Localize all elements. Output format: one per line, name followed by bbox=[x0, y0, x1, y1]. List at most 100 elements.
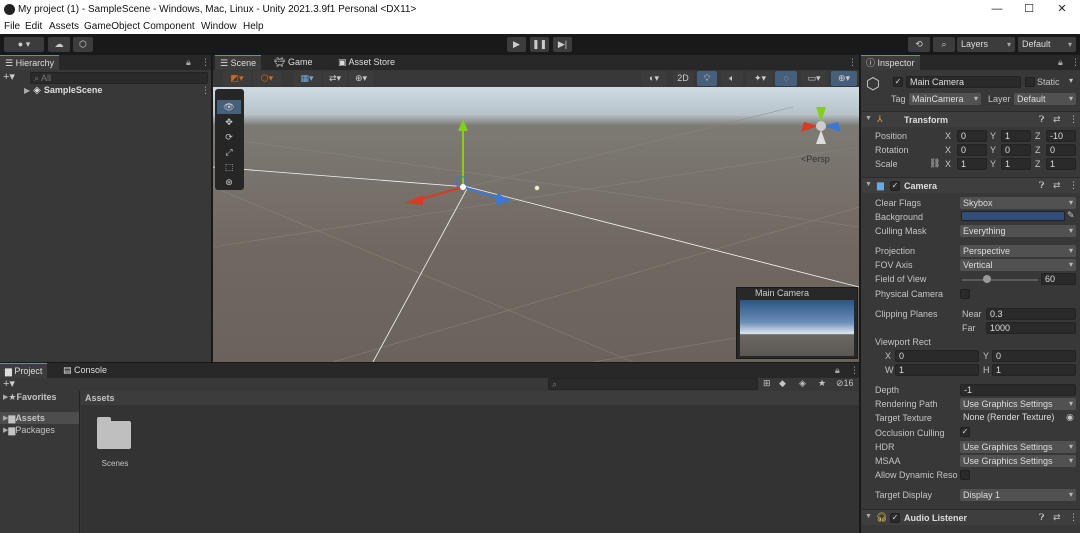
audio-listener-header[interactable]: ▼ 🎧︎ ✓ Audio Listener ❓︎ ⇄ ⋮ bbox=[862, 509, 1080, 525]
more-icon[interactable]: ⋮ bbox=[1071, 57, 1080, 68]
background-color-swatch[interactable] bbox=[961, 211, 1065, 221]
viewport-y-field[interactable]: 0 bbox=[992, 350, 1076, 362]
transform-y-field[interactable]: 1 bbox=[1001, 158, 1031, 170]
culling-mask-dropdown[interactable]: Everything bbox=[960, 225, 1076, 237]
orientation-gizmo[interactable] bbox=[796, 102, 846, 152]
tag-dropdown[interactable]: MainCamera bbox=[909, 93, 981, 105]
object-name-field[interactable]: Main Camera bbox=[906, 76, 1021, 88]
history-icon[interactable]: ⟲ bbox=[908, 37, 930, 52]
help-icon[interactable]: ❓︎ bbox=[1039, 180, 1044, 191]
camera-header[interactable]: ▼ ▆ ✓ Camera ❓︎ ⇄ ⋮ bbox=[862, 177, 1080, 193]
far-field[interactable]: 1000 bbox=[986, 322, 1076, 334]
layers-dropdown[interactable]: Layers bbox=[957, 37, 1015, 52]
cloud-icon[interactable]: ☁ bbox=[48, 37, 70, 52]
eyedropper-icon[interactable]: ✎ bbox=[1067, 210, 1075, 221]
layout-dropdown[interactable]: Default bbox=[1018, 37, 1076, 52]
transform-x-field[interactable]: 0 bbox=[957, 130, 987, 142]
light-icon[interactable] bbox=[534, 185, 540, 191]
menu-gameobject[interactable]: GameObject bbox=[84, 21, 140, 32]
tab-project[interactable]: ▆ Project bbox=[0, 363, 48, 378]
occlusion-culling-checkbox[interactable]: ✓ bbox=[960, 427, 970, 437]
transform-tool-icon[interactable]: ⊛ bbox=[217, 175, 241, 189]
active-checkbox[interactable]: ✓ bbox=[893, 77, 903, 87]
projection-dropdown[interactable]: Perspective bbox=[960, 245, 1076, 257]
camera-settings-icon[interactable]: ▭▾ bbox=[801, 71, 827, 86]
menu-edit[interactable]: Edit bbox=[25, 21, 42, 32]
scale-tool-icon[interactable]: ⤢ bbox=[217, 145, 241, 159]
maximize-button[interactable]: ☐ bbox=[1022, 2, 1036, 16]
scene-more-icon[interactable]: ⋮ bbox=[201, 85, 210, 96]
gizmos-icon[interactable]: ⊕▾ bbox=[831, 71, 857, 86]
breadcrumb[interactable]: Assets bbox=[81, 391, 859, 405]
rect-tool-icon[interactable]: ⬚ bbox=[217, 160, 241, 174]
hidden-packages-icon[interactable]: ⊘16 bbox=[836, 378, 854, 389]
menu-window[interactable]: Window bbox=[201, 21, 237, 32]
hidden-objects-icon[interactable]: ◌ bbox=[775, 71, 797, 86]
view-tool-icon[interactable]: 👁︎ bbox=[217, 100, 241, 114]
msaa-dropdown[interactable]: Use Graphics Settings bbox=[960, 455, 1076, 467]
minimize-button[interactable]: — bbox=[990, 2, 1004, 16]
lock-icon[interactable]: 🔒︎ bbox=[186, 57, 191, 68]
physical-camera-checkbox[interactable] bbox=[960, 289, 970, 299]
menu-help[interactable]: Help bbox=[243, 21, 264, 32]
global-icon[interactable]: ⊕▾ bbox=[349, 71, 373, 86]
help-icon[interactable]: ❓︎ bbox=[1039, 512, 1044, 523]
lock-icon[interactable]: 🔒︎ bbox=[1058, 57, 1063, 68]
tree-item-assets[interactable]: ▶ ▆ Assets bbox=[0, 412, 79, 424]
scene-more-icon[interactable]: ⋮ bbox=[848, 57, 857, 68]
menu-assets[interactable]: Assets bbox=[49, 21, 79, 32]
shading-icon[interactable]: ⬡▾ bbox=[253, 71, 281, 86]
depth-field[interactable]: -1 bbox=[960, 384, 1076, 396]
rendering-path-dropdown[interactable]: Use Graphics Settings bbox=[960, 398, 1076, 410]
more-icon[interactable]: ⋮ bbox=[850, 365, 859, 376]
account-button[interactable]: ● ▾ bbox=[4, 37, 44, 52]
grid-snap-icon[interactable]: ▦▾ bbox=[293, 71, 321, 86]
transform-x-field[interactable]: 1 bbox=[957, 158, 987, 170]
tree-item-packages[interactable]: ▶ ▆ Packages bbox=[3, 424, 55, 436]
menu-file[interactable]: File bbox=[4, 21, 20, 32]
hierarchy-item-scene[interactable]: ▶ ◈ SampleScene bbox=[24, 84, 102, 96]
type-filter-icon[interactable]: ◆ bbox=[779, 378, 786, 389]
lock-icon[interactable]: 🔒︎ bbox=[835, 365, 840, 376]
target-texture-field[interactable]: None (Render Texture) bbox=[960, 412, 1064, 424]
fov-slider-track[interactable] bbox=[962, 279, 1038, 281]
menu-component[interactable]: Component bbox=[143, 21, 195, 32]
play-button[interactable]: ▶ bbox=[507, 37, 526, 52]
transform-z-field[interactable]: 1 bbox=[1046, 158, 1076, 170]
tab-console[interactable]: ▤ Console bbox=[58, 363, 112, 378]
viewport-w-field[interactable]: 1 bbox=[895, 364, 979, 376]
fov-field[interactable]: 60 bbox=[1041, 273, 1076, 285]
transform-x-field[interactable]: 0 bbox=[957, 144, 987, 156]
static-checkbox[interactable] bbox=[1025, 77, 1035, 87]
hdr-dropdown[interactable]: Use Graphics Settings bbox=[960, 441, 1076, 453]
tab-asset-store[interactable]: ▣ Asset Store bbox=[333, 55, 400, 70]
expand-arrow-icon[interactable]: ▼ bbox=[865, 181, 872, 188]
transform-z-field[interactable]: 0 bbox=[1046, 144, 1076, 156]
layer-dropdown[interactable]: Default bbox=[1014, 93, 1076, 105]
component-more-icon[interactable]: ⋮ bbox=[1069, 180, 1078, 191]
static-dropdown-icon[interactable]: ▾ bbox=[1069, 76, 1073, 85]
tab-game[interactable]: 👾︎ Game bbox=[269, 55, 317, 70]
create-button[interactable]: +▾ bbox=[3, 377, 15, 390]
persp-label[interactable]: <Persp bbox=[801, 154, 830, 164]
component-more-icon[interactable]: ⋮ bbox=[1069, 512, 1078, 523]
component-more-icon[interactable]: ⋮ bbox=[1069, 114, 1078, 125]
asset-item-label[interactable]: Scenes bbox=[95, 459, 135, 468]
help-icon[interactable]: ❓︎ bbox=[1039, 114, 1044, 125]
audio-icon[interactable]: 🔈︎ bbox=[721, 71, 743, 86]
expand-arrow-icon[interactable]: ▼ bbox=[865, 115, 872, 122]
expand-arrow-icon[interactable]: ▶ bbox=[24, 86, 30, 95]
label-filter-icon[interactable]: ◈ bbox=[799, 378, 806, 389]
star-icon[interactable]: ★ bbox=[818, 378, 826, 389]
favorites-item[interactable]: ▶ ★ Favorites bbox=[3, 391, 57, 403]
clear-flags-dropdown[interactable]: Skybox bbox=[960, 197, 1076, 209]
scene-viewport[interactable]: 👁︎ ✥ ⟳ ⤢ ⬚ ⊛ <Persp Main Camera bbox=[213, 87, 859, 362]
expand-arrow-icon[interactable]: ▼ bbox=[865, 513, 872, 520]
lighting-icon[interactable]: 💡︎ bbox=[697, 71, 717, 86]
pause-button[interactable]: ❚❚ bbox=[530, 37, 549, 52]
transform-header[interactable]: ▼ ⅄ Transform ❓︎ ⇄ ⋮ bbox=[862, 111, 1080, 127]
search-icon[interactable]: ⌕ bbox=[933, 37, 955, 52]
close-button[interactable]: ✕ bbox=[1055, 2, 1069, 16]
hierarchy-search-input[interactable]: ⌕ All bbox=[30, 72, 208, 84]
preset-icon[interactable]: ⇄ bbox=[1053, 180, 1061, 191]
